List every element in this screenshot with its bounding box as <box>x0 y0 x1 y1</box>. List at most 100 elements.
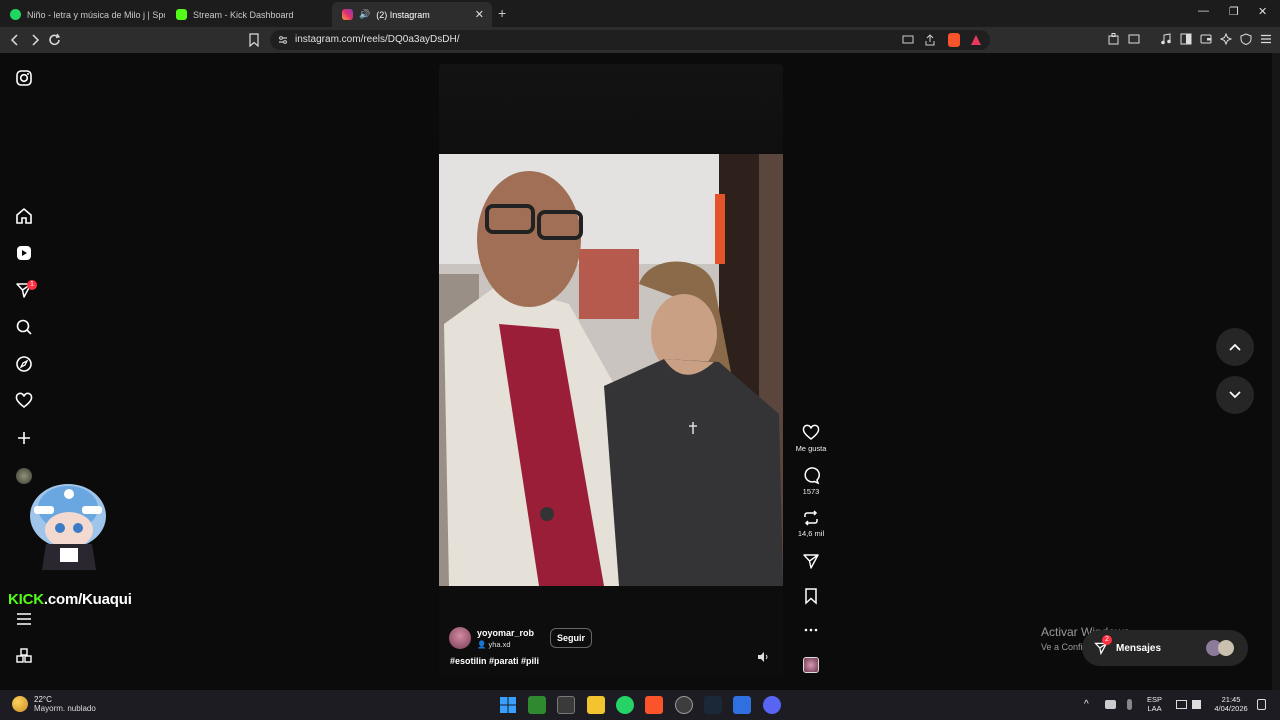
repost-action[interactable]: 14,6 mil <box>795 509 827 538</box>
share-action[interactable] <box>795 552 827 570</box>
spotify-icon <box>10 9 21 20</box>
page-scrollbar[interactable] <box>1272 53 1280 690</box>
reload-icon[interactable] <box>48 33 62 47</box>
share-icon[interactable] <box>924 34 936 46</box>
conversation-avatar <box>1218 640 1234 656</box>
messages-button[interactable]: 2 Mensajes <box>1082 630 1248 666</box>
save-bookmark-icon[interactable] <box>802 587 820 605</box>
chevron-down-icon <box>1229 391 1241 399</box>
instagram-icon <box>342 9 353 20</box>
reel-caption[interactable]: #esotilin #parati #pili <box>450 656 539 666</box>
back-icon[interactable] <box>9 33 21 47</box>
explore-icon[interactable] <box>15 355 33 373</box>
next-reel-button[interactable] <box>1216 376 1254 414</box>
tab-instagram[interactable]: 🔊 (2) Instagram ✕ <box>332 2 492 27</box>
person-icon: 👤 <box>477 639 489 649</box>
instagram-page: 1 KICK.com/Kuaqui yoyomar_rob 👤 yha.xd S… <box>0 53 1280 690</box>
volume-tray-icon[interactable] <box>1192 700 1201 709</box>
minimize-icon[interactable]: — <box>1198 5 1209 17</box>
messages-badge: 2 <box>1102 635 1112 645</box>
wallet-icon[interactable] <box>1200 33 1212 45</box>
reels-icon[interactable] <box>15 244 33 262</box>
tab-spotify[interactable]: Niño - letra y música de Milo j | Spot <box>0 2 165 27</box>
microphone-icon[interactable] <box>1127 699 1132 710</box>
screenshot-icon[interactable] <box>1128 33 1140 45</box>
brave-shields-icon[interactable] <box>948 33 960 47</box>
tab-label: Stream - Kick Dashboard <box>193 9 294 20</box>
repost-icon[interactable] <box>802 509 820 527</box>
browser-toolbar: instagram.com/reels/DQ0a3ayDsDH/ <box>0 27 1280 53</box>
menu-icon[interactable] <box>15 610 33 628</box>
like-action[interactable]: Me gusta <box>795 424 827 453</box>
home-icon[interactable] <box>15 207 33 225</box>
main-menu-icon[interactable] <box>1260 33 1272 45</box>
windows-start-icon[interactable] <box>499 696 517 714</box>
brave-rewards-icon[interactable] <box>970 34 982 46</box>
keyboard-layout: LAA <box>1147 704 1162 713</box>
save-action[interactable] <box>795 587 827 605</box>
comment-action[interactable]: 1573 <box>795 467 827 496</box>
more-dots-icon[interactable] <box>802 621 820 639</box>
xbox-app-icon[interactable] <box>528 696 546 714</box>
app-icon[interactable] <box>733 696 751 714</box>
site-settings-icon[interactable] <box>278 35 288 45</box>
speaker-icon: 🔊 <box>359 9 371 19</box>
author-avatar[interactable] <box>449 627 471 649</box>
search-icon[interactable] <box>15 318 33 336</box>
kick-channel-url: .com/Kuaqui <box>43 591 132 608</box>
reel-video[interactable] <box>439 154 783 586</box>
heart-icon[interactable] <box>15 392 33 410</box>
follow-button[interactable]: Seguir <box>550 628 593 648</box>
comment-icon[interactable] <box>802 467 820 485</box>
discord-tray-icon[interactable] <box>1105 700 1116 709</box>
extensions-icon[interactable] <box>1108 33 1120 45</box>
brave-browser-icon[interactable] <box>645 696 663 714</box>
instagram-logo-icon[interactable] <box>15 69 33 87</box>
audio-source-name: yha.xd <box>488 639 511 649</box>
address-bar[interactable]: instagram.com/reels/DQ0a3ayDsDH/ <box>270 30 990 50</box>
clock[interactable]: 21:45 4/04/2026 <box>1212 695 1250 713</box>
audio-thumbnail[interactable] <box>803 657 819 673</box>
bookmark-icon[interactable] <box>249 33 259 47</box>
notifications-icon[interactable] <box>1257 699 1266 710</box>
restore-icon[interactable]: ❐ <box>1229 5 1239 18</box>
whatsapp-icon[interactable] <box>616 696 634 714</box>
leo-ai-icon[interactable] <box>1220 33 1232 45</box>
repost-count: 14,6 mil <box>797 529 825 538</box>
tray-overflow-icon[interactable]: ^ <box>1084 699 1089 710</box>
clock-date: 4/04/2026 <box>1214 704 1248 713</box>
notification-badge: 1 <box>27 280 37 290</box>
new-tab-button[interactable]: + <box>498 5 506 21</box>
weather-widget[interactable]: 22°C Mayorm. nublado <box>12 695 96 713</box>
close-window-icon[interactable]: ✕ <box>1258 5 1267 18</box>
more-options-action[interactable] <box>795 621 827 639</box>
store-app-icon[interactable] <box>557 696 575 714</box>
reel-card: yoyomar_rob 👤 yha.xd Seguir #esotilin #p… <box>439 64 783 677</box>
audio-source[interactable]: 👤 yha.xd <box>477 640 534 649</box>
language-indicator[interactable]: ESP LAA <box>1147 695 1162 713</box>
share-send-icon[interactable] <box>802 552 820 570</box>
more-apps-icon[interactable] <box>15 647 33 665</box>
file-explorer-icon[interactable] <box>587 696 605 714</box>
discord-icon[interactable] <box>763 696 781 714</box>
cast-icon[interactable] <box>902 35 914 45</box>
obs-icon[interactable] <box>675 696 693 714</box>
tab-kick-dashboard[interactable]: Stream - Kick Dashboard <box>166 2 331 27</box>
vpn-shield-icon[interactable] <box>1240 33 1252 45</box>
like-heart-icon[interactable] <box>802 424 820 442</box>
kick-channel-overlay: KICK.com/Kuaqui <box>8 591 132 608</box>
steam-icon[interactable] <box>704 696 722 714</box>
create-icon[interactable] <box>15 429 33 447</box>
author-username[interactable]: yoyomar_rob <box>477 628 534 638</box>
kick-icon <box>176 9 187 20</box>
windows-taskbar: 22°C Mayorm. nublado ^ ESP LAA 21:45 4/0… <box>0 690 1280 720</box>
close-tab-icon[interactable]: ✕ <box>475 8 484 21</box>
previous-reel-button[interactable] <box>1216 328 1254 366</box>
sidebar-toggle-icon[interactable] <box>1180 33 1192 45</box>
forward-icon[interactable] <box>29 33 41 47</box>
media-icon[interactable] <box>1160 33 1172 45</box>
network-icon[interactable] <box>1176 700 1187 709</box>
author-info: yoyomar_rob 👤 yha.xd <box>477 628 534 649</box>
clock-time: 21:45 <box>1221 695 1241 704</box>
volume-icon[interactable] <box>757 651 769 663</box>
